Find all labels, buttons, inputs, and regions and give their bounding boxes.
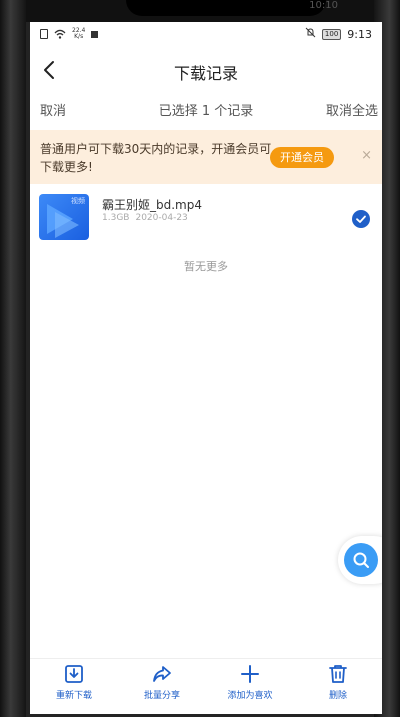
trash-icon (329, 665, 347, 683)
header: 下载记录 (30, 52, 382, 88)
notification-square-icon (91, 30, 99, 38)
add-favorite-label: 添加为喜欢 (227, 691, 273, 701)
list-item[interactable]: 视频 霸王别姬_bd.mp4 1.3GB 2020-04-23 (30, 192, 382, 242)
plus-icon (241, 665, 259, 683)
file-meta: 1.3GB 2020-04-23 (102, 213, 188, 223)
batch-share-label: 批量分享 (143, 691, 180, 701)
no-more-text: 暂无更多 (184, 260, 228, 273)
banner-text: 普通用户可下载30天内的记录，开通会员可下载更多! (40, 142, 272, 174)
share-icon (153, 666, 171, 682)
add-favorite-button[interactable]: 添加为喜欢 (206, 659, 294, 714)
sim-icon (40, 29, 48, 39)
mute-bell-icon (305, 27, 316, 41)
status-time: 9:13 (347, 27, 372, 41)
deselect-all-button[interactable]: 取消全选 (326, 100, 378, 119)
app-screen: 22.4 K/s 100 9:13 下载记录 取消 已选择 1 个记录 取消全选… (30, 22, 382, 714)
phone-top-bezel: 10:10 (26, 0, 374, 22)
net-speed-unit: K/s (74, 33, 84, 40)
bottom-toolbar: 重新下载 批量分享 添加为喜欢 删除 (30, 658, 382, 714)
background-time: 10:10 (309, 0, 338, 11)
phone-edge-left (0, 0, 26, 717)
battery-icon: 100 (321, 28, 342, 40)
file-size: 1.3GB (102, 213, 130, 223)
search-fab-button[interactable] (344, 543, 378, 577)
phone-frame: 10:10 22.4 K/s 100 9:13 下载记录 取消 已选择 1 个记… (0, 0, 400, 717)
cancel-button[interactable]: 取消 (40, 100, 66, 119)
status-bar: 22.4 K/s 100 9:13 (30, 22, 382, 46)
phone-notch (126, 0, 326, 16)
redownload-button[interactable]: 重新下载 (30, 659, 118, 714)
file-name: 霸王别姬_bd.mp4 (102, 198, 202, 212)
status-right: 100 9:13 (305, 27, 372, 41)
redownload-icon (65, 665, 83, 683)
open-vip-button[interactable]: 开通会员 (270, 147, 334, 168)
delete-label: 删除 (328, 691, 347, 701)
redownload-label: 重新下载 (55, 691, 92, 701)
file-date: 2020-04-23 (135, 213, 188, 223)
video-tag: 视频 (71, 197, 85, 205)
page-title: 下载记录 (173, 64, 238, 83)
search-icon (353, 552, 369, 568)
selection-bar: 取消 已选择 1 个记录 取消全选 (30, 100, 382, 120)
status-left: 22.4 K/s (40, 28, 99, 40)
batch-share-button[interactable]: 批量分享 (118, 659, 206, 714)
checked-circle-icon[interactable] (352, 210, 370, 228)
wifi-icon (54, 29, 66, 39)
net-speed: 22.4 K/s (72, 28, 85, 40)
close-icon[interactable]: × (361, 148, 372, 163)
video-thumbnail: 视频 (39, 194, 89, 240)
delete-button[interactable]: 删除 (294, 659, 382, 714)
vip-banner: 普通用户可下载30天内的记录，开通会员可下载更多! 开通会员 × (30, 130, 382, 184)
floating-search-container (338, 536, 382, 584)
